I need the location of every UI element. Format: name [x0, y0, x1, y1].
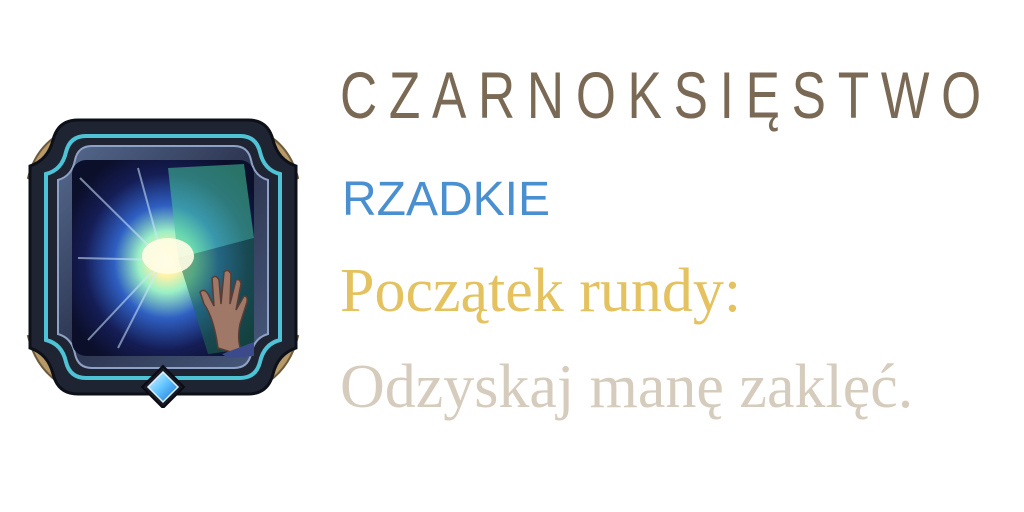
- augment-effect: Odzyskaj manę zaklęć.: [340, 353, 914, 421]
- augment-rarity: RZADKIE: [342, 173, 551, 226]
- augment-card: CZARNOKSIĘSTWO RZADKIE Początek rundy: O…: [0, 0, 1024, 512]
- sorcery-burst-icon: [26, 118, 300, 410]
- augment-icon-frame: [18, 108, 308, 410]
- augment-title: CZARNOKSIĘSTWO: [340, 58, 993, 132]
- augment-trigger: Początek rundy:: [340, 257, 742, 325]
